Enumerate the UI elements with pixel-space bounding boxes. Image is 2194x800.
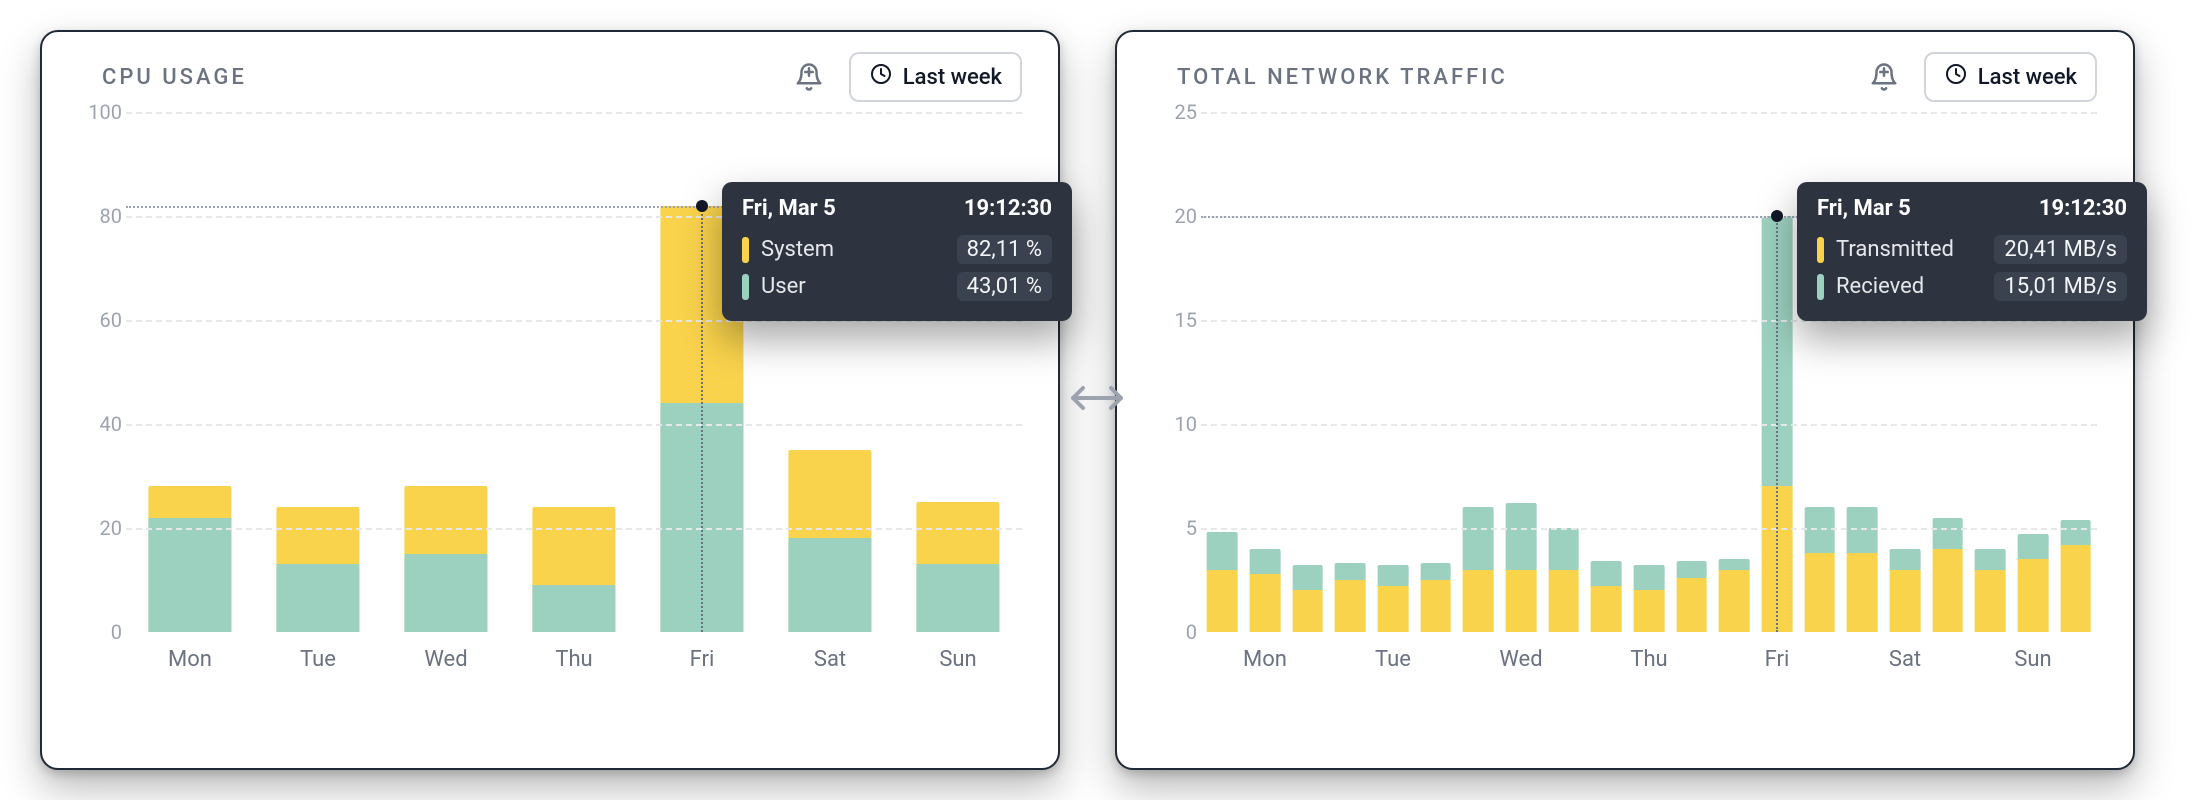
bar[interactable] xyxy=(1804,507,1835,632)
x-tick: Tue xyxy=(300,647,336,672)
bar[interactable] xyxy=(1378,565,1409,632)
tooltip-value-transmitted: 20,41 MB/s xyxy=(1994,235,2127,264)
tooltip-value-user: 43,01 % xyxy=(957,272,1052,301)
x-tick: Thu xyxy=(555,647,592,672)
bar[interactable] xyxy=(1335,563,1366,632)
y-tick: 20 xyxy=(1145,204,1197,228)
bar[interactable] xyxy=(276,507,359,632)
y-tick: 0 xyxy=(70,620,122,644)
y-tick: 60 xyxy=(70,308,122,332)
time-range-label: Last week xyxy=(903,65,1002,90)
bar[interactable] xyxy=(1548,528,1579,632)
y-tick: 5 xyxy=(1145,516,1197,540)
bar[interactable] xyxy=(1676,561,1707,632)
time-range-button[interactable]: Last week xyxy=(849,52,1022,102)
x-tick: Thu xyxy=(1630,647,1667,672)
time-range-button[interactable]: Last week xyxy=(1924,52,2097,102)
bar[interactable] xyxy=(404,486,487,632)
y-tick: 100 xyxy=(70,100,122,124)
bar[interactable] xyxy=(148,486,231,632)
tooltip-label-user: User xyxy=(761,274,806,299)
cpu-tooltip: Fri, Mar 5 19:12:30 System 82,11 % User … xyxy=(722,182,1072,321)
y-tick: 0 xyxy=(1145,620,1197,644)
x-tick: Wed xyxy=(1499,647,1542,672)
x-tick: Fri xyxy=(690,647,715,672)
x-tick: Fri xyxy=(1765,647,1790,672)
network-traffic-card: TOTAL NETWORK TRAFFIC Last week 0 5 10 15 20… xyxy=(1115,30,2135,770)
y-tick: 15 xyxy=(1145,308,1197,332)
bell-add-icon[interactable] xyxy=(787,55,831,99)
bar[interactable] xyxy=(1463,507,1494,632)
bar[interactable] xyxy=(532,507,615,632)
tooltip-date: Fri, Mar 5 xyxy=(742,196,836,221)
bell-add-icon[interactable] xyxy=(1862,55,1906,99)
bar[interactable] xyxy=(2018,534,2049,632)
swatch-transmitted xyxy=(1817,237,1824,263)
bar[interactable] xyxy=(1591,561,1622,632)
net-title: TOTAL NETWORK TRAFFIC xyxy=(1177,65,1508,90)
x-tick: Mon xyxy=(1243,647,1287,672)
bar[interactable] xyxy=(1634,565,1665,632)
clock-icon xyxy=(1944,62,1968,92)
y-tick: 10 xyxy=(1145,412,1197,436)
y-tick: 80 xyxy=(70,204,122,228)
bar[interactable] xyxy=(916,502,999,632)
y-tick: 25 xyxy=(1145,100,1197,124)
y-tick: 40 xyxy=(70,412,122,436)
x-tick: Sun xyxy=(2014,647,2051,672)
x-tick: Sat xyxy=(1889,647,1921,672)
net-tooltip: Fri, Mar 5 19:12:30 Transmitted 20,41 MB… xyxy=(1797,182,2147,321)
x-tick: Sat xyxy=(814,647,846,672)
tooltip-label-recieved: Recieved xyxy=(1836,274,1924,299)
x-tick: Wed xyxy=(424,647,467,672)
tooltip-time: 19:12:30 xyxy=(2039,196,2127,221)
cpu-usage-card: CPU USAGE Last week 0 20 40 60 80 100 Mon Tue W… xyxy=(40,30,1060,770)
time-range-label: Last week xyxy=(1978,65,2077,90)
tooltip-time: 19:12:30 xyxy=(964,196,1052,221)
bar[interactable] xyxy=(788,450,871,632)
clock-icon xyxy=(869,62,893,92)
tooltip-label-system: System xyxy=(761,237,834,262)
y-tick: 20 xyxy=(70,516,122,540)
swatch-recieved xyxy=(1817,274,1824,300)
tooltip-date: Fri, Mar 5 xyxy=(1817,196,1911,221)
bar[interactable] xyxy=(1292,565,1323,632)
x-tick: Tue xyxy=(1375,647,1411,672)
x-tick: Mon xyxy=(168,647,212,672)
bar[interactable] xyxy=(1932,518,1963,632)
bar[interactable] xyxy=(1506,503,1537,632)
bar[interactable] xyxy=(1250,549,1281,632)
bar[interactable] xyxy=(1890,549,1921,632)
tooltip-value-recieved: 15,01 MB/s xyxy=(1994,272,2127,301)
swatch-user xyxy=(742,274,749,300)
cpu-title: CPU USAGE xyxy=(102,65,247,90)
bar[interactable] xyxy=(1207,532,1238,632)
bar[interactable] xyxy=(2060,520,2091,632)
x-tick: Sun xyxy=(939,647,976,672)
bar[interactable] xyxy=(1847,507,1878,632)
tooltip-label-transmitted: Transmitted xyxy=(1836,237,1954,262)
swatch-system xyxy=(742,237,749,263)
tooltip-value-system: 82,11 % xyxy=(957,235,1052,264)
resize-handle-icon[interactable] xyxy=(1067,382,1127,418)
bar[interactable] xyxy=(1975,549,2006,632)
bar[interactable] xyxy=(1420,563,1451,632)
bar[interactable] xyxy=(1719,559,1750,632)
